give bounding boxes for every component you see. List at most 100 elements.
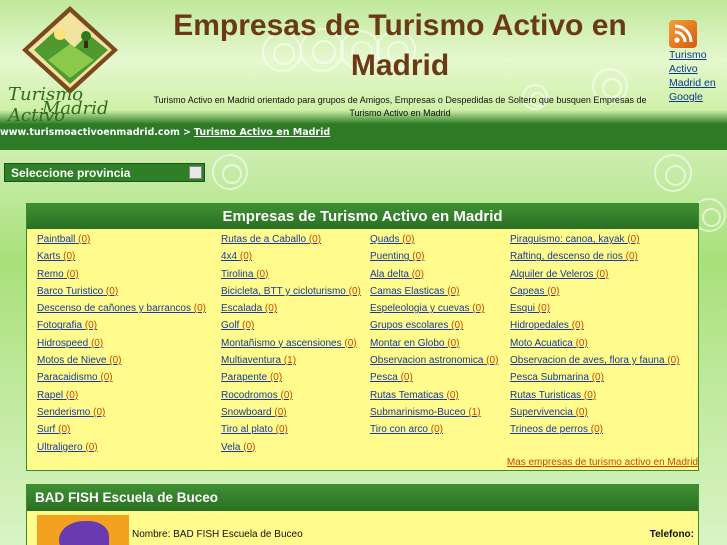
category-name: Piraguismo: canoa, kayak (510, 234, 625, 245)
category-link[interactable]: Descenso de cañones y barrancos (0) (37, 303, 206, 315)
category-link[interactable]: Alquiler de Veleros (0) (510, 269, 608, 281)
category-link[interactable]: Moto Acuatica (0) (510, 338, 588, 350)
logo-text: Madrid (42, 98, 109, 119)
category-count: (0) (402, 234, 415, 245)
category-link[interactable]: Submarinismo-Buceo (1) (370, 407, 481, 419)
category-name: Montañismo y ascensiones (221, 337, 342, 349)
breadcrumb-current-link[interactable]: Turismo Activo en Madrid (194, 127, 330, 138)
category-link[interactable]: Rutas Turisticas (0) (510, 390, 596, 402)
category-link[interactable]: 4x4 (0) (221, 251, 252, 263)
category-link[interactable]: Paracaidismo (0) (37, 372, 113, 384)
category-link[interactable]: Paintball (0) (37, 234, 90, 246)
category-link[interactable]: Montar en Globo (0) (370, 338, 460, 350)
category-link[interactable]: Barco Turistico (0) (37, 286, 118, 298)
category-link[interactable]: Rutas de a Caballo (0) (221, 234, 321, 246)
category-link[interactable]: Quads (0) (370, 234, 414, 246)
category-link[interactable]: Observacion astronomica (0) (370, 355, 498, 367)
category-count: (0) (65, 389, 79, 401)
category-count: (0) (547, 285, 560, 297)
category-link[interactable]: Ultraligero (0) (37, 442, 98, 454)
province-select[interactable]: Seleccione provincia (4, 163, 205, 182)
category-count: (0) (537, 303, 551, 315)
category-count: (0) (590, 424, 604, 436)
category-link[interactable]: Karts (0) (37, 251, 75, 263)
fish-icon (59, 521, 109, 545)
category-link[interactable]: Bicicleta, BTT y cicloturismo (0) (221, 286, 361, 298)
category-count: (0) (256, 268, 269, 280)
category-link[interactable]: Vela (0) (221, 442, 255, 454)
category-link[interactable]: Espeleologia y cuevas (0) (370, 303, 485, 315)
category-link[interactable]: Remo (0) (37, 269, 79, 281)
category-count: (0) (472, 303, 485, 315)
category-link[interactable]: Rutas Tematicas (0) (370, 390, 459, 402)
category-count: (0) (667, 355, 680, 367)
category-name: Ultraligero (37, 441, 83, 453)
category-name: Paracaidismo (37, 372, 98, 384)
category-name: Rutas de a Caballo (221, 234, 307, 245)
category-count: (0) (583, 389, 597, 401)
category-link[interactable]: Pesca (0) (370, 372, 413, 384)
category-name: Paintball (37, 234, 76, 245)
company-title[interactable]: BAD FISH Escuela de Buceo (27, 485, 698, 511)
category-count: (0) (264, 303, 278, 315)
category-count: (0) (275, 424, 288, 436)
category-link[interactable]: Tiro con arco (0) (370, 424, 443, 436)
category-link[interactable]: Pesca Submarina (0) (510, 372, 604, 384)
company-logo[interactable] (37, 515, 129, 545)
category-link[interactable]: Tirolina (0) (221, 269, 268, 281)
category-link[interactable]: Montañismo y ascensiones (0) (221, 338, 357, 350)
category-link[interactable]: Hidrospeed (0) (37, 338, 103, 350)
category-count: (0) (100, 372, 113, 384)
category-link[interactable]: Esqui (0) (510, 303, 550, 315)
category-name: Tiro al plato (221, 424, 273, 436)
category-count: (0) (193, 303, 206, 315)
category-count: (0) (625, 251, 638, 263)
category-row: Rapel (0) Rocodromos (0) Rutas Tematicas (… (27, 390, 700, 407)
category-link[interactable]: Hidropedales (0) (510, 320, 584, 332)
category-row: Remo (0) Tirolina (0) Ala delta (0) Alquile… (27, 269, 700, 286)
rss-icon[interactable] (669, 20, 697, 48)
category-count: (0) (280, 389, 293, 401)
dropdown-button[interactable] (189, 166, 202, 179)
category-link[interactable]: Camas Elasticas (0) (370, 286, 459, 298)
category-link[interactable]: Rafting, descenso de rios (0) (510, 251, 638, 263)
category-link[interactable]: Observacion de aves, flora y fauna (0) (510, 355, 680, 367)
category-link[interactable]: Capeas (0) (510, 286, 559, 298)
category-count: (0) (93, 406, 106, 418)
category-count: (0) (446, 389, 459, 401)
category-name: Golf (221, 320, 240, 332)
category-link[interactable]: Grupos escolares (0) (370, 320, 463, 332)
category-link[interactable]: Tiro al plato (0) (221, 424, 288, 436)
category-link[interactable]: Senderismo (0) (37, 407, 105, 419)
category-link[interactable]: Motos de Nieve (0) (37, 355, 122, 367)
category-name: Pesca Submarina (510, 372, 589, 384)
rss-google-link[interactable]: Turismo Activo Madrid en Google (669, 48, 725, 104)
category-link[interactable]: Multiaventura (1) (221, 355, 296, 367)
category-name: Multiaventura (221, 355, 282, 367)
category-count: (0) (447, 337, 460, 349)
category-link[interactable]: Ala delta (0) (370, 269, 424, 281)
more-companies-link[interactable]: Mas empresas de turismo activo en Madrid (507, 457, 698, 468)
category-link[interactable]: Rocodromos (0) (221, 390, 293, 402)
site-logo[interactable]: Turismo Activo Madrid (4, 4, 130, 126)
category-link[interactable]: Supervivencia (0) (510, 407, 588, 419)
category-link[interactable]: Piraguismo: canoa, kayak (0) (510, 234, 640, 246)
category-link[interactable]: Parapente (0) (221, 372, 282, 384)
category-row: Paracaidismo (0) Parapente (0) Pesca (0) Pe… (27, 372, 700, 389)
category-name: Fotografia (37, 320, 83, 332)
category-link[interactable]: Golf (0) (221, 320, 254, 332)
category-count: (0) (430, 424, 443, 436)
category-row: Paintball (0) Rutas de a Caballo (0) Quads… (27, 234, 700, 251)
category-link[interactable]: Puenting (0) (370, 251, 425, 263)
category-link[interactable]: Snowboard (0) (221, 407, 287, 419)
category-link[interactable]: Fotografia (0) (37, 320, 97, 332)
category-count: (1) (283, 355, 297, 367)
category-link[interactable]: Rapel (0) (37, 390, 78, 402)
category-count: (0) (78, 234, 91, 245)
category-link[interactable]: Escalada (0) (221, 303, 277, 315)
categories-panel: Empresas de Turismo Activo en Madrid Pai… (26, 203, 699, 471)
category-link[interactable]: Surf (0) (37, 424, 70, 436)
category-name: Remo (37, 268, 64, 280)
breadcrumb-home-link[interactable]: www.turismoactivoenmadrid.com (0, 127, 180, 138)
category-link[interactable]: Trineos de perros (0) (510, 424, 603, 436)
